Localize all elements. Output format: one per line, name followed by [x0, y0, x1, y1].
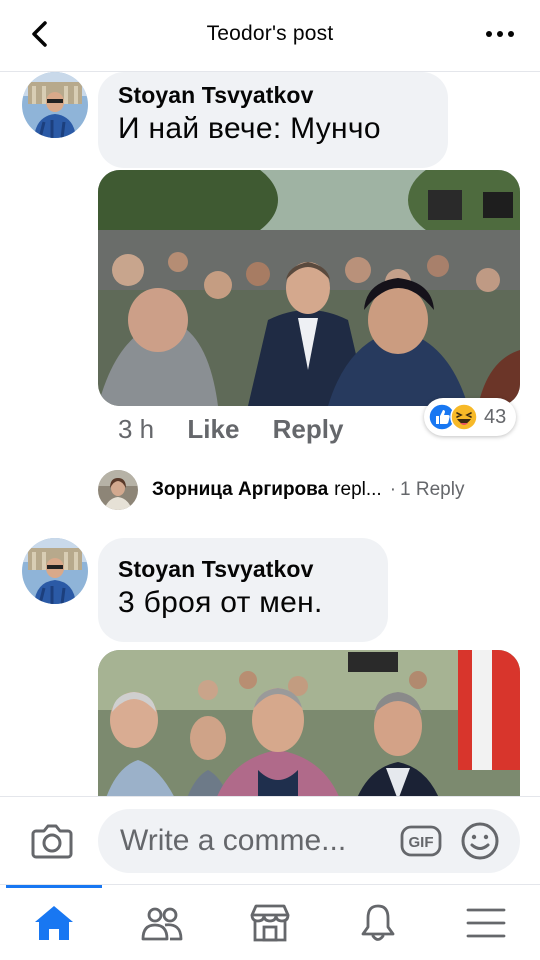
gif-label: GIF	[409, 834, 434, 851]
haha-icon	[450, 403, 478, 431]
comment-author[interactable]: Stoyan Tsvyatkov	[118, 554, 368, 584]
gif-button[interactable]: GIF	[400, 825, 442, 857]
avatar-photo	[22, 538, 88, 604]
replier-name: Зорница Аргирова	[152, 479, 329, 500]
bell-icon	[361, 904, 395, 941]
comment-box: GIF	[98, 809, 520, 873]
comment-text: 3 броя от мен.	[118, 586, 323, 619]
replier-avatar	[98, 470, 138, 510]
more-dots-icon	[486, 31, 514, 37]
comment-meta: 3 h Like Reply	[118, 414, 343, 445]
friends-icon	[141, 907, 183, 941]
comments-feed[interactable]: Stoyan Tsvyatkov И най вече: Мунчо 3 h L…	[0, 72, 540, 796]
comment-photo[interactable]	[98, 170, 520, 406]
crowd-photo	[98, 170, 520, 406]
tab-friends[interactable]	[140, 903, 184, 943]
like-button[interactable]: Like	[187, 414, 239, 444]
comment-time[interactable]: 3 h	[118, 414, 154, 444]
tab-notifications[interactable]	[356, 903, 400, 943]
view-replies-link[interactable]: Зорница Аргирова repl... · 1 Reply	[98, 470, 464, 510]
separator-dot: ·	[389, 479, 397, 500]
comment-author[interactable]: Stoyan Tsvyatkov	[118, 80, 428, 110]
tab-home[interactable]	[32, 903, 76, 943]
comment-photo[interactable]	[98, 650, 520, 796]
comment-text: И най вече: Мунчо	[118, 112, 381, 145]
bottom-tab-bar	[0, 884, 540, 960]
hamburger-menu-icon	[466, 908, 506, 938]
page-title: Teodor's post	[206, 22, 334, 45]
reactions-count: 43	[484, 405, 507, 428]
active-tab-indicator	[6, 885, 102, 888]
gif-icon: GIF	[400, 825, 442, 857]
camera-button[interactable]	[30, 821, 74, 861]
commenter-avatar[interactable]	[22, 538, 88, 604]
comment-input[interactable]	[120, 821, 390, 861]
camera-icon	[31, 824, 73, 859]
tab-menu[interactable]	[464, 903, 508, 943]
comment-composer: GIF	[0, 796, 540, 884]
reactions-badge[interactable]: 43	[424, 398, 517, 436]
comment-bubble[interactable]: Stoyan Tsvyatkov 3 броя от мен.	[98, 538, 388, 642]
home-icon	[35, 906, 73, 940]
avatar-photo	[22, 72, 88, 138]
more-options-button[interactable]	[484, 22, 516, 46]
group-photo	[98, 650, 520, 796]
tab-marketplace[interactable]	[248, 903, 292, 943]
reply-count: 1 Reply	[400, 479, 465, 500]
reply-button[interactable]: Reply	[273, 414, 344, 444]
marketplace-icon	[250, 904, 290, 942]
replied-verb: repl...	[334, 479, 382, 500]
comment-bubble[interactable]: Stoyan Tsvyatkov И най вече: Мунчо	[98, 72, 448, 168]
commenter-avatar[interactable]	[22, 72, 88, 138]
emoji-button[interactable]	[460, 821, 500, 861]
avatar-photo	[98, 470, 138, 510]
top-bar: Teodor's post	[0, 0, 540, 72]
smiley-icon	[461, 822, 499, 860]
